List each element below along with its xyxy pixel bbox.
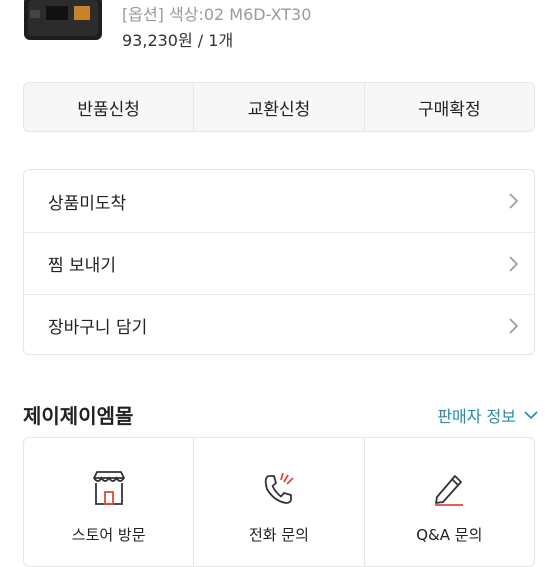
menu-item-label: 찜 보내기	[48, 256, 116, 276]
shop-contact-bar: 스토어 방문 전화 문의 Q&A 문의	[23, 437, 535, 567]
pencil-icon	[435, 475, 464, 506]
qna-inquiry-label: Q&A 문의	[416, 526, 483, 544]
product-option: [옵션] 색상:02 M6D-XT30	[122, 5, 312, 24]
menu-item-add-to-cart[interactable]: 장바구니 담기	[24, 294, 534, 354]
menu-item-label: 장바구니 담기	[48, 318, 148, 338]
confirm-purchase-button[interactable]: 구매확정	[363, 83, 534, 131]
seller-info-label: 판매자 정보	[437, 407, 516, 426]
order-action-bar: 반품신청 교환신청 구매확정	[23, 82, 535, 132]
exchange-request-button[interactable]: 교환신청	[193, 83, 363, 131]
order-menu-list: 상품미도착 찜 보내기 장바구니 담기	[23, 169, 535, 355]
seller-info-toggle[interactable]: 판매자 정보	[437, 403, 538, 427]
phone-icon	[264, 472, 294, 504]
return-request-button[interactable]: 반품신청	[24, 83, 193, 131]
chevron-right-icon	[509, 255, 519, 272]
chevron-down-icon	[524, 411, 538, 420]
order-product: [옵션] 색상:02 M6D-XT30 93,230원 / 1개	[0, 0, 559, 60]
menu-item-not-arrived[interactable]: 상품미도착	[24, 170, 534, 232]
chevron-right-icon	[509, 317, 519, 334]
product-thumbnail[interactable]	[22, 0, 106, 44]
qna-inquiry-button[interactable]: Q&A 문의	[363, 438, 534, 566]
phone-inquiry-label: 전화 문의	[249, 526, 309, 544]
store-visit-button[interactable]: 스토어 방문	[24, 438, 193, 566]
store-visit-label: 스토어 방문	[71, 526, 146, 544]
menu-item-label: 상품미도착	[48, 193, 127, 214]
phone-inquiry-button[interactable]: 전화 문의	[193, 438, 363, 566]
shop-name: 제이제이엠몰	[23, 404, 134, 428]
menu-item-send-wish[interactable]: 찜 보내기	[24, 232, 534, 294]
store-icon	[92, 471, 125, 505]
product-price: 93,230원 / 1개	[122, 31, 234, 50]
chevron-right-icon	[509, 193, 519, 209]
